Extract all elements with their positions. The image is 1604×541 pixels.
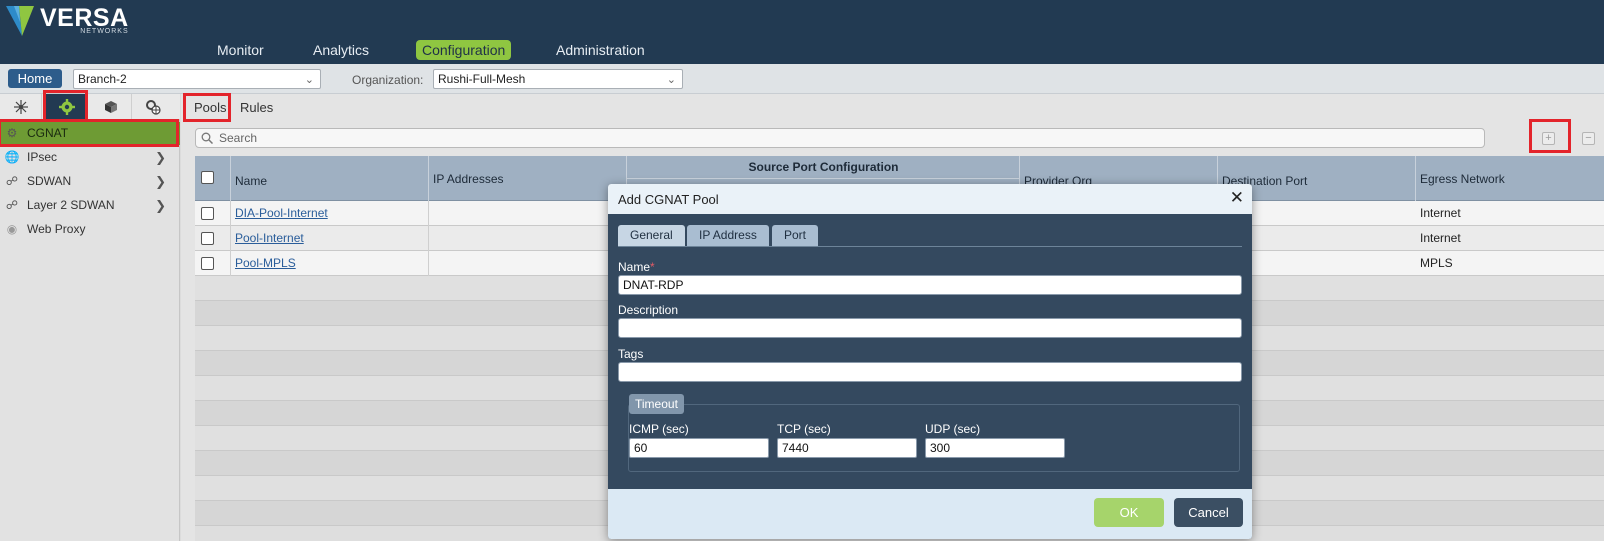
timeout-legend: Timeout (629, 394, 684, 414)
close-icon[interactable]: ✕ (1230, 188, 1244, 208)
row-checkbox[interactable] (201, 207, 214, 220)
sidebar-item-label: Web Proxy (27, 222, 86, 236)
icmp-label: ICMP (sec) (629, 422, 689, 436)
column-name[interactable]: Name (231, 156, 429, 201)
organization-select[interactable]: Rushi-Full-Mesh ⌄ (433, 69, 683, 89)
name-label: Name* (618, 260, 655, 274)
home-button[interactable]: Home (8, 69, 62, 88)
search-icon (201, 132, 213, 144)
column-label: Name (235, 174, 268, 188)
sdwan-icon: ☍ (5, 174, 19, 188)
description-label: Description (618, 303, 679, 317)
search-input[interactable]: Search (195, 128, 1485, 148)
search-placeholder: Search (219, 131, 258, 145)
pool-name-link[interactable]: Pool-MPLS (235, 256, 296, 270)
remove-button[interactable]: − (1582, 132, 1595, 145)
icmp-timeout-field[interactable]: 60 (629, 438, 769, 458)
tab-general[interactable]: General (618, 225, 685, 246)
gear-globe-icon[interactable] (132, 94, 174, 120)
appliance-select[interactable]: Branch-2 ⌄ (73, 69, 321, 89)
tags-field[interactable] (618, 362, 1242, 382)
top-header: VERSA NETWORKS Monitor Analytics Configu… (0, 0, 1604, 64)
organization-value: Rushi-Full-Mesh (438, 72, 526, 86)
cgnat-icon: ⚙ (6, 126, 18, 140)
tab-port[interactable]: Port (772, 225, 819, 246)
column-group-label: Source Port Configuration (748, 160, 899, 174)
name-label-text: Name (618, 260, 651, 274)
cube-icon[interactable] (90, 94, 132, 120)
network-icon[interactable] (0, 94, 42, 120)
sidebar-item-label: Layer 2 SDWAN (27, 198, 115, 212)
column-egress-network[interactable]: Egress Network (1416, 156, 1604, 201)
select-all-checkbox[interactable] (201, 171, 214, 184)
egress-network-cell: Internet (1420, 206, 1461, 220)
description-field[interactable] (618, 318, 1242, 338)
tab-pools[interactable]: Pools (194, 99, 227, 117)
nav-analytics[interactable]: Analytics (307, 40, 375, 60)
column-label: Egress Network (1420, 172, 1505, 186)
sidebar-item-layer2-sdwan[interactable]: ☍ Layer 2 SDWAN ❯ (0, 194, 180, 217)
sidebar-item-sdwan[interactable]: ☍ SDWAN ❯ (0, 170, 180, 193)
sidebar-item-ipsec[interactable]: 🌐 IPsec ❯ (0, 146, 180, 169)
ip-addresses-cell (429, 226, 627, 251)
sidebar-item-label: CGNAT (27, 126, 69, 140)
tcp-label: TCP (sec) (777, 422, 831, 436)
column-label: IP Addresses (433, 172, 504, 186)
appliance-value: Branch-2 (78, 72, 127, 86)
gear-icon[interactable] (46, 94, 88, 120)
main-tabs: Pools Rules (181, 94, 1604, 121)
versa-logo-icon (6, 6, 34, 36)
globe-icon: ◉ (6, 222, 18, 236)
left-panel: ⚙ CGNAT 🌐 IPsec ❯ ☍ SDWAN ❯ ☍ Layer 2 SD… (0, 90, 180, 541)
udp-label: UDP (sec) (925, 422, 981, 436)
tab-ip-address[interactable]: IP Address (687, 225, 769, 246)
tab-rules[interactable]: Rules (240, 99, 273, 117)
add-button[interactable]: + (1542, 132, 1555, 145)
udp-timeout-field[interactable]: 300 (925, 438, 1065, 458)
ip-addresses-cell (429, 251, 627, 276)
name-field[interactable]: DNAT-RDP (618, 275, 1242, 295)
sidebar-item-cgnat[interactable]: ⚙ CGNAT (0, 122, 180, 145)
sidebar-item-web-proxy[interactable]: ◉ Web Proxy (0, 218, 180, 241)
chevron-right-icon[interactable]: ❯ (155, 170, 166, 193)
select-all-cell (195, 156, 231, 201)
dialog-title: Add CGNAT Pool (618, 192, 719, 207)
tcp-timeout-field[interactable]: 7440 (777, 438, 917, 458)
tags-label: Tags (618, 347, 644, 361)
pool-name-link[interactable]: Pool-Internet (235, 231, 304, 245)
row-checkbox[interactable] (201, 232, 214, 245)
cancel-button[interactable]: Cancel (1174, 498, 1243, 527)
row-checkbox[interactable] (201, 257, 214, 270)
context-bar: Home Branch-2 ⌄ Organization: Rushi-Full… (0, 64, 1604, 94)
chevron-down-icon: ⌄ (666, 74, 676, 86)
globe-lock-icon: 🌐 (4, 150, 20, 164)
tab-divider (618, 246, 1242, 247)
dialog-footer: OK Cancel (608, 489, 1252, 539)
organization-label: Organization: (352, 73, 424, 87)
chevron-right-icon[interactable]: ❯ (155, 146, 166, 169)
nav-monitor[interactable]: Monitor (211, 40, 270, 60)
chevron-down-icon: ⌄ (304, 74, 314, 86)
add-cgnat-pool-dialog: Add CGNAT Pool ✕ General IP Address Port… (608, 184, 1252, 539)
required-mark: * (650, 260, 655, 274)
left-panel-tabs (0, 94, 180, 120)
egress-network-cell: MPLS (1420, 256, 1453, 270)
sidebar-item-label: SDWAN (27, 174, 72, 188)
nav-administration[interactable]: Administration (550, 40, 651, 60)
versa-logo[interactable]: VERSA NETWORKS (6, 4, 129, 38)
ok-button[interactable]: OK (1094, 498, 1164, 527)
sidebar-item-label: IPsec (27, 150, 58, 164)
layer2-icon: ☍ (5, 198, 19, 212)
egress-network-cell: Internet (1420, 231, 1461, 245)
chevron-right-icon[interactable]: ❯ (155, 194, 166, 217)
dialog-header: Add CGNAT Pool ✕ (608, 184, 1252, 214)
column-ip-addresses[interactable]: IP Addresses (429, 156, 627, 201)
ip-addresses-cell (429, 201, 627, 226)
pool-name-link[interactable]: DIA-Pool-Internet (235, 206, 328, 220)
nav-configuration[interactable]: Configuration (416, 40, 512, 60)
